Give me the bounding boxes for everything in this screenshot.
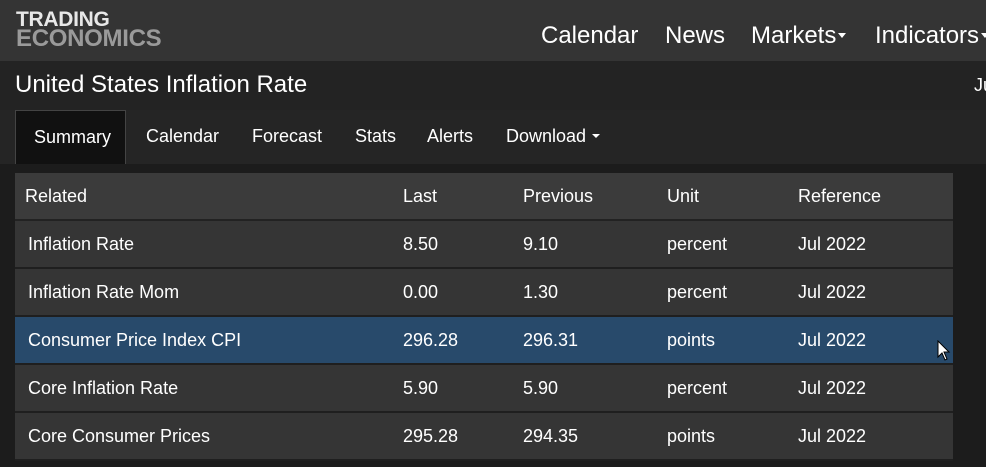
tab-alerts[interactable]: Alerts — [427, 110, 473, 164]
tab-summary[interactable]: Summary — [15, 110, 127, 164]
cell-unit: points — [667, 426, 716, 446]
cell-reference: Jul 2022 — [798, 330, 867, 350]
tab-calendar[interactable]: Calendar — [146, 110, 219, 164]
table-row[interactable]: Core Consumer Prices 295.28 294.35 point… — [15, 413, 953, 461]
cell-reference: Jul 2022 — [798, 282, 867, 302]
cell-related[interactable]: Consumer Price Index CPI — [28, 330, 241, 351]
cell-unit: percent — [667, 378, 728, 398]
cell-related[interactable]: Core Inflation Rate — [28, 378, 178, 399]
tab-download[interactable]: Download — [506, 110, 601, 164]
cell-related[interactable]: Inflation Rate Mom — [28, 282, 179, 303]
chevron-down-icon — [592, 134, 601, 139]
cell-last: 8.50 — [403, 234, 439, 254]
header-last: Last — [403, 186, 438, 206]
cell-related[interactable]: Core Consumer Prices — [28, 426, 210, 447]
table-row-hovered[interactable]: Consumer Price Index CPI 296.28 296.31 p… — [15, 317, 953, 365]
tab-bar: Summary Calendar Forecast Stats Alerts D… — [0, 110, 986, 164]
nav-news[interactable]: News — [665, 22, 725, 50]
tab-stats[interactable]: Stats — [355, 110, 396, 164]
nav-markets-label: Markets — [751, 22, 837, 49]
header-previous: Previous — [523, 186, 594, 206]
mouse-cursor-icon — [937, 340, 951, 361]
cell-previous: 1.30 — [523, 282, 559, 302]
nav-indicators-label: Indicators — [875, 22, 980, 49]
main-nav: Calendar News Markets Indicators — [0, 22, 986, 52]
chevron-down-icon — [838, 32, 847, 38]
table-row[interactable]: Inflation Rate 8.50 9.10 percent Jul 202… — [15, 221, 953, 269]
header-reference: Reference — [798, 186, 882, 206]
title-bar: United States Inflation Rate Ju — [0, 61, 986, 111]
nav-markets[interactable]: Markets — [751, 22, 847, 50]
cell-reference: Jul 2022 — [798, 234, 867, 254]
cell-last: 0.00 — [403, 282, 439, 302]
tab-forecast[interactable]: Forecast — [252, 110, 322, 164]
title-right-text: Ju — [974, 75, 986, 95]
nav-calendar[interactable]: Calendar — [541, 22, 638, 50]
cell-last: 296.28 — [403, 330, 459, 350]
chevron-down-icon — [981, 32, 986, 38]
nav-indicators[interactable]: Indicators — [875, 22, 986, 50]
header-unit: Unit — [667, 186, 700, 206]
header-related: Related — [25, 186, 88, 206]
cell-previous: 296.31 — [523, 330, 579, 350]
table-row[interactable]: Core Inflation Rate 5.90 5.90 percent Ju… — [15, 365, 953, 413]
tab-download-label: Download — [506, 126, 587, 146]
cell-previous: 294.35 — [523, 426, 579, 446]
cell-previous: 9.10 — [523, 234, 559, 254]
cell-previous: 5.90 — [523, 378, 559, 398]
page-title: United States Inflation Rate — [15, 71, 308, 98]
cell-unit: percent — [667, 282, 728, 302]
table-header: Related Last Previous Unit Reference — [15, 173, 953, 221]
cell-last: 295.28 — [403, 426, 459, 446]
table-row[interactable]: Inflation Rate Mom 0.00 1.30 percent Jul… — [15, 269, 953, 317]
cell-related[interactable]: Inflation Rate — [28, 234, 134, 255]
cell-unit: percent — [667, 234, 728, 254]
top-navbar: TRADING ECONOMICS Calendar News Markets … — [0, 0, 986, 61]
cell-unit: points — [667, 330, 716, 350]
cell-last: 5.90 — [403, 378, 439, 398]
cell-reference: Jul 2022 — [798, 426, 867, 446]
cell-reference: Jul 2022 — [798, 378, 867, 398]
related-table: Related Last Previous Unit Reference Inf… — [15, 173, 953, 461]
